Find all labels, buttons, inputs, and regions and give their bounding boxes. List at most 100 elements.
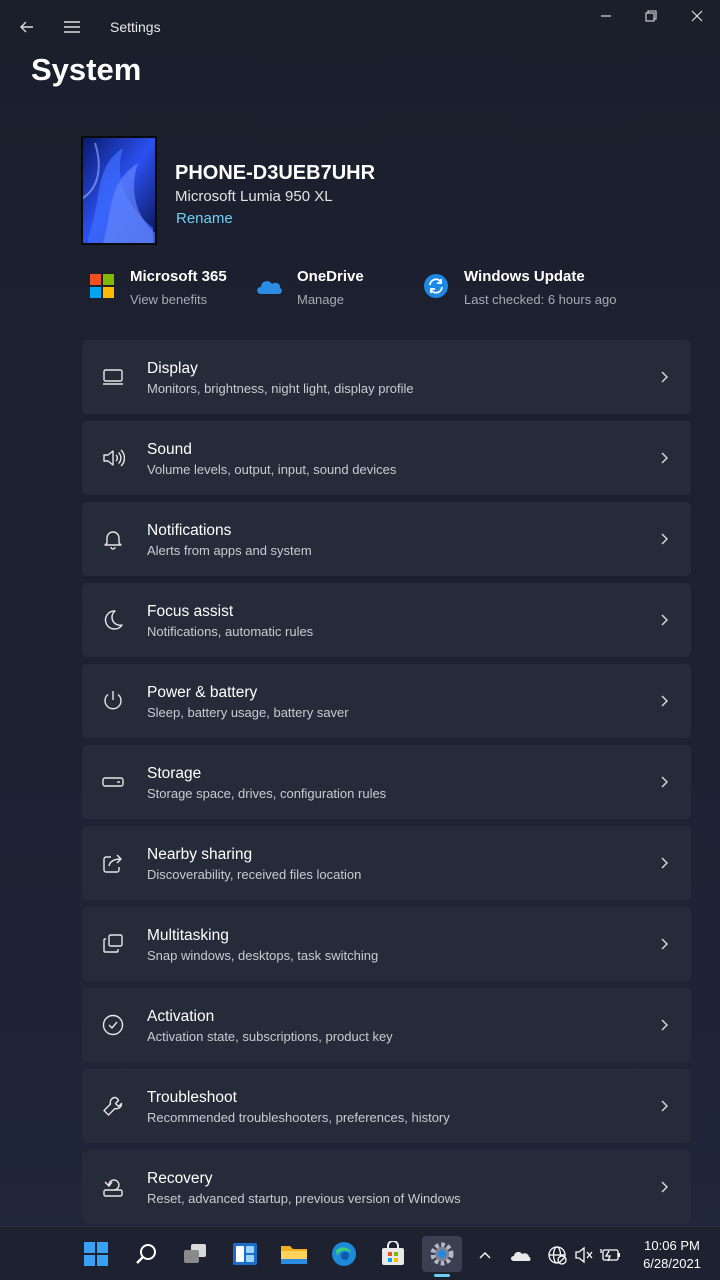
settings-item-power-battery[interactable]: Power & battery Sleep, battery usage, ba… bbox=[82, 664, 691, 738]
edge-icon bbox=[332, 1242, 356, 1266]
device-wallpaper-thumbnail bbox=[81, 136, 157, 245]
sound-icon bbox=[103, 449, 125, 467]
chevron-right-icon bbox=[661, 776, 668, 788]
chevron-right-icon bbox=[661, 452, 668, 464]
settings-item-multitasking[interactable]: Multitasking Snap windows, desktops, tas… bbox=[82, 907, 691, 981]
settings-item-title: Power & battery bbox=[147, 684, 258, 701]
settings-item-subtitle: Activation state, subscriptions, product… bbox=[147, 1029, 393, 1044]
task-view-icon bbox=[184, 1244, 206, 1263]
check-circle-icon bbox=[102, 1014, 124, 1036]
settings-item-display[interactable]: Display Monitors, brightness, night ligh… bbox=[82, 340, 691, 414]
settings-item-subtitle: Reset, advanced startup, previous versio… bbox=[147, 1191, 461, 1206]
settings-item-activation[interactable]: Activation Activation state, subscriptio… bbox=[82, 988, 691, 1062]
settings-item-subtitle: Storage space, drives, configuration rul… bbox=[147, 786, 387, 801]
settings-item-title: Activation bbox=[147, 1008, 215, 1025]
edge-button[interactable] bbox=[326, 1236, 362, 1272]
battery-button[interactable] bbox=[600, 1244, 622, 1266]
taskbar: 10:06 PM 6/28/2021 bbox=[0, 1226, 720, 1280]
onedrive-tray-button[interactable] bbox=[509, 1244, 531, 1266]
settings-item-troubleshoot[interactable]: Troubleshoot Recommended troubleshooters… bbox=[82, 1069, 691, 1143]
chevron-right-icon bbox=[661, 857, 668, 869]
store-button[interactable] bbox=[375, 1236, 411, 1272]
microsoft-365-icon bbox=[90, 274, 114, 298]
quick-link-windows-update[interactable]: Windows Update Last checked: 6 hours ago bbox=[422, 266, 632, 314]
settings-item-storage[interactable]: Storage Storage space, drives, configura… bbox=[82, 745, 691, 819]
chevron-right-icon bbox=[661, 1019, 668, 1031]
settings-taskbar-button[interactable] bbox=[422, 1236, 462, 1272]
settings-item-subtitle: Notifications, automatic rules bbox=[147, 624, 314, 639]
settings-item-subtitle: Volume levels, output, input, sound devi… bbox=[147, 462, 397, 477]
recovery-icon bbox=[103, 1179, 123, 1197]
file-explorer-icon bbox=[281, 1246, 307, 1264]
close-icon bbox=[691, 10, 703, 22]
quick-link-onedrive[interactable]: OneDrive Manage bbox=[255, 266, 395, 314]
minimize-icon bbox=[601, 15, 611, 17]
chevron-right-icon bbox=[661, 1181, 668, 1193]
settings-icon bbox=[430, 1242, 454, 1266]
bell-icon bbox=[104, 531, 122, 550]
display-icon bbox=[103, 369, 123, 385]
widgets-button[interactable] bbox=[227, 1236, 263, 1272]
settings-item-focus-assist[interactable]: Focus assist Notifications, automatic ru… bbox=[82, 583, 691, 657]
quick-link-subtitle: Manage bbox=[297, 292, 344, 307]
back-arrow-icon bbox=[20, 21, 33, 33]
page-title: System bbox=[31, 52, 142, 87]
settings-item-title: Storage bbox=[147, 765, 202, 782]
taskbar-clock[interactable]: 10:06 PM 6/28/2021 bbox=[628, 1237, 716, 1273]
settings-item-title: Nearby sharing bbox=[147, 846, 253, 863]
chevron-up-icon bbox=[479, 1252, 491, 1259]
hamburger-icon bbox=[64, 21, 80, 33]
settings-item-subtitle: Recommended troubleshooters, preferences… bbox=[147, 1110, 450, 1125]
settings-item-subtitle: Discoverability, received files location bbox=[147, 867, 362, 882]
settings-item-subtitle: Snap windows, desktops, task switching bbox=[147, 948, 379, 963]
multitasking-icon bbox=[103, 934, 123, 953]
task-view-button[interactable] bbox=[177, 1236, 213, 1272]
active-app-indicator bbox=[434, 1274, 450, 1277]
settings-item-notifications[interactable]: Notifications Alerts from apps and syste… bbox=[82, 502, 691, 576]
minimize-button[interactable] bbox=[583, 4, 629, 28]
search-icon bbox=[136, 1244, 156, 1264]
chevron-right-icon bbox=[661, 1100, 668, 1112]
chevron-right-icon bbox=[661, 695, 668, 707]
onedrive-tray-icon bbox=[511, 1251, 531, 1261]
quick-link-subtitle: View benefits bbox=[130, 292, 208, 307]
device-name: PHONE-D3UEB7UHR bbox=[175, 162, 376, 184]
file-explorer-button[interactable] bbox=[276, 1236, 312, 1272]
settings-item-title: Troubleshoot bbox=[147, 1089, 237, 1106]
restore-icon bbox=[645, 10, 657, 22]
power-icon bbox=[104, 691, 122, 710]
settings-item-title: Display bbox=[147, 360, 198, 377]
show-hidden-icons-button[interactable] bbox=[474, 1244, 496, 1266]
back-button[interactable] bbox=[12, 12, 42, 42]
clock-time: 10:06 PM bbox=[644, 1238, 700, 1253]
network-button[interactable] bbox=[546, 1244, 568, 1266]
device-model: Microsoft Lumia 950 XL bbox=[175, 188, 333, 205]
quick-link-title: Microsoft 365 bbox=[130, 268, 227, 285]
chevron-right-icon bbox=[661, 614, 668, 626]
settings-item-subtitle: Monitors, brightness, night light, displ… bbox=[147, 381, 414, 396]
close-button[interactable] bbox=[674, 4, 720, 28]
chevron-right-icon bbox=[661, 533, 668, 545]
moon-icon bbox=[104, 610, 123, 630]
quick-link-microsoft-365[interactable]: Microsoft 365 View benefits bbox=[88, 266, 248, 314]
search-button[interactable] bbox=[128, 1236, 164, 1272]
settings-item-subtitle: Sleep, battery usage, battery saver bbox=[147, 705, 349, 720]
quick-link-subtitle: Last checked: 6 hours ago bbox=[464, 292, 617, 307]
quick-link-title: OneDrive bbox=[297, 268, 364, 285]
restore-button[interactable] bbox=[628, 4, 674, 28]
rename-link[interactable]: Rename bbox=[176, 210, 233, 227]
settings-item-nearby-sharing[interactable]: Nearby sharing Discoverability, received… bbox=[82, 826, 691, 900]
settings-item-subtitle: Alerts from apps and system bbox=[147, 543, 312, 558]
volume-button[interactable] bbox=[573, 1244, 595, 1266]
start-icon bbox=[84, 1242, 108, 1266]
settings-item-recovery[interactable]: Recovery Reset, advanced startup, previo… bbox=[82, 1150, 691, 1224]
volume-muted-icon bbox=[575, 1246, 593, 1264]
menu-button[interactable] bbox=[57, 12, 87, 42]
chevron-right-icon bbox=[661, 938, 668, 950]
settings-item-title: Recovery bbox=[147, 1170, 213, 1187]
title-bar: Settings bbox=[0, 0, 720, 54]
settings-item-title: Sound bbox=[147, 441, 192, 458]
quick-link-title: Windows Update bbox=[464, 268, 585, 285]
start-button[interactable] bbox=[78, 1236, 114, 1272]
settings-item-sound[interactable]: Sound Volume levels, output, input, soun… bbox=[82, 421, 691, 495]
